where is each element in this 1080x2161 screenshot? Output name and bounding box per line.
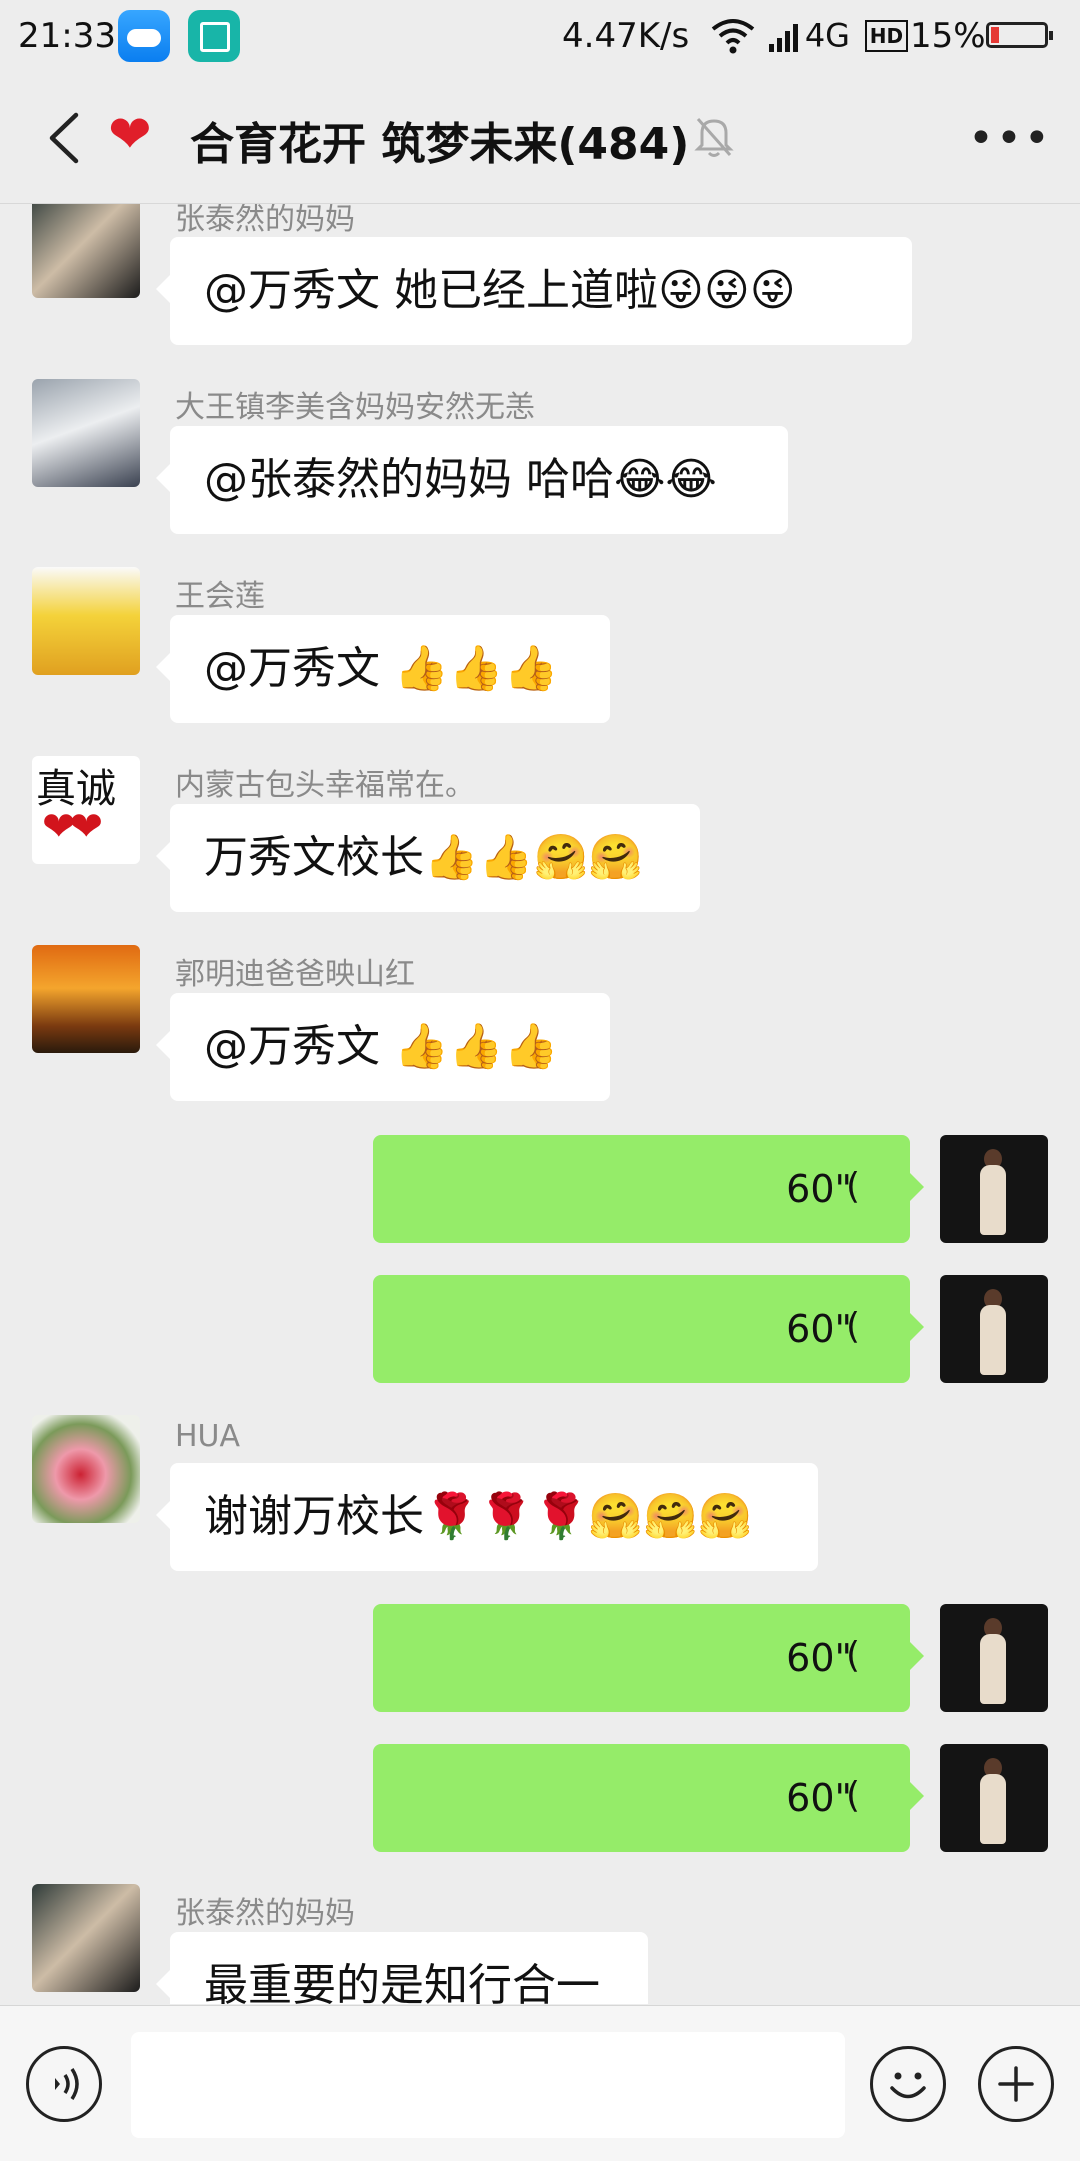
- message-bubble[interactable]: 最重要的是知行合一: [156, 1932, 648, 2004]
- voice-wave-icon: (: [846, 1306, 861, 1347]
- self-avatar[interactable]: [940, 1604, 1048, 1712]
- message-input[interactable]: [131, 2032, 845, 2138]
- message-bubble[interactable]: @万秀文 她已经上道啦😜😜😜: [156, 237, 912, 345]
- avatar[interactable]: [32, 1415, 140, 1523]
- chat-title[interactable]: 合育花开 筑梦未来(484): [190, 108, 689, 172]
- voice-duration: 60": [786, 1776, 852, 1820]
- network-status: 4G HD: [710, 14, 909, 55]
- voice-message[interactable]: 60" (: [373, 1744, 924, 1852]
- avatar[interactable]: [32, 1884, 140, 1992]
- sender-name: 内蒙古包头幸福常在。: [175, 768, 475, 803]
- status-bar: 21:33 4.47K/s 4G HD 15%: [0, 0, 1080, 75]
- voice-message[interactable]: 60" (: [373, 1604, 924, 1712]
- chat-header: ❤ 合育花开 筑梦未来(484) •••: [0, 75, 1080, 204]
- voice-wave-icon: (: [846, 1635, 861, 1676]
- avatar[interactable]: 真诚 ❤❤: [32, 756, 140, 864]
- scan-icon: [188, 10, 240, 62]
- status-time: 21:33: [18, 16, 116, 56]
- back-icon[interactable]: [36, 105, 96, 171]
- sender-name: 张泰然的妈妈: [175, 204, 355, 237]
- message-bubble[interactable]: @万秀文 👍👍👍: [156, 993, 610, 1101]
- avatar[interactable]: [32, 379, 140, 487]
- voice-duration: 60": [786, 1307, 852, 1351]
- voice-wave-icon: (: [846, 1166, 861, 1207]
- hd-icon: HD: [864, 19, 909, 52]
- avatar[interactable]: [32, 567, 140, 675]
- battery-icon: [986, 22, 1053, 48]
- voice-duration: 60": [786, 1167, 852, 1211]
- sender-name: HUA: [175, 1419, 241, 1454]
- message-bubble[interactable]: @万秀文 👍👍👍: [156, 615, 610, 723]
- sender-name: 大王镇李美含妈妈安然无恙: [175, 390, 535, 425]
- message-bubble[interactable]: 谢谢万校长🌹🌹🌹🤗🤗🤗: [156, 1463, 818, 1571]
- plus-icon[interactable]: [978, 2046, 1054, 2122]
- emoji-icon[interactable]: [870, 2046, 946, 2122]
- network-speed: 4.47K/s: [562, 16, 690, 56]
- voice-toggle-icon[interactable]: [26, 2046, 102, 2122]
- wifi-icon: [711, 18, 755, 53]
- self-avatar[interactable]: [940, 1744, 1048, 1852]
- voice-message[interactable]: 60" (: [373, 1275, 924, 1383]
- sender-name: 王会莲: [175, 579, 265, 614]
- self-avatar[interactable]: [940, 1135, 1048, 1243]
- message-bubble[interactable]: @张泰然的妈妈 哈哈😂😂: [156, 426, 788, 534]
- self-avatar[interactable]: [940, 1275, 1048, 1383]
- heart-icon: ❤❤: [42, 804, 103, 850]
- voice-duration: 60": [786, 1636, 852, 1680]
- message-list[interactable]: 张泰然的妈妈 @万秀文 她已经上道啦😜😜😜 大王镇李美含妈妈安然无恙 @张泰然的…: [0, 204, 1080, 2004]
- avatar[interactable]: [32, 945, 140, 1053]
- input-bar: [0, 2005, 1080, 2161]
- network-type: 4G: [804, 16, 850, 55]
- avatar[interactable]: [32, 204, 140, 298]
- weather-icon: [118, 10, 170, 62]
- heart-icon: ❤: [108, 105, 152, 165]
- sender-name: 张泰然的妈妈: [175, 1896, 355, 1931]
- signal-icon: [768, 23, 798, 52]
- mute-icon: [694, 115, 734, 159]
- more-icon[interactable]: •••: [968, 111, 1050, 167]
- voice-wave-icon: (: [846, 1775, 861, 1816]
- battery-percent: 15%: [910, 16, 986, 56]
- message-bubble[interactable]: 万秀文校长👍👍🤗🤗: [156, 804, 700, 912]
- voice-message[interactable]: 60" (: [373, 1135, 924, 1243]
- sender-name: 郭明迪爸爸映山红: [175, 957, 415, 992]
